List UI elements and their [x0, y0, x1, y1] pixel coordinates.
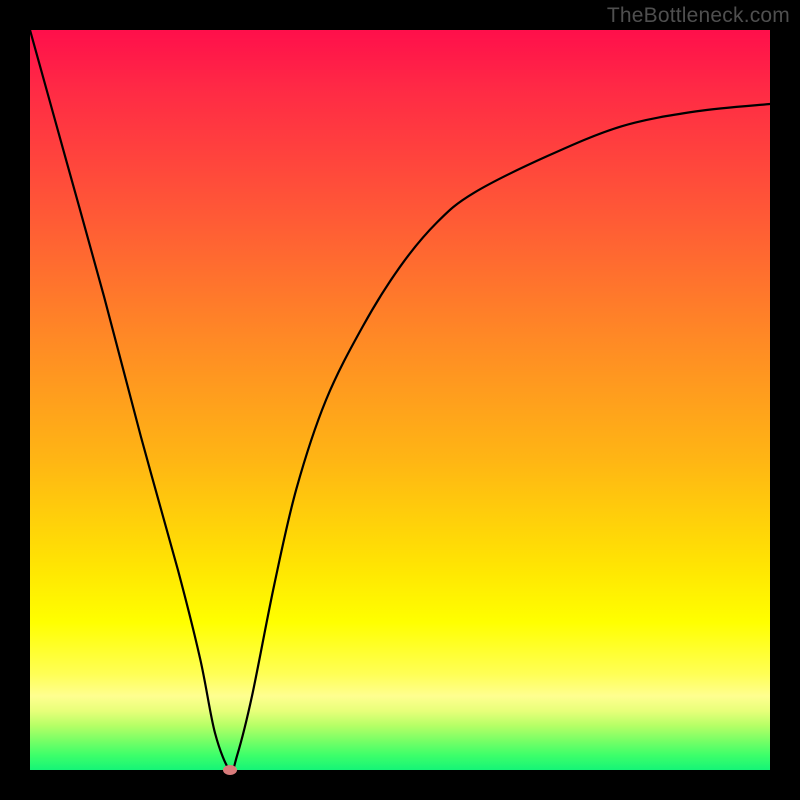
watermark-text: TheBottleneck.com — [607, 4, 790, 28]
plot-background — [30, 30, 770, 770]
chart-frame: TheBottleneck.com — [0, 0, 800, 800]
